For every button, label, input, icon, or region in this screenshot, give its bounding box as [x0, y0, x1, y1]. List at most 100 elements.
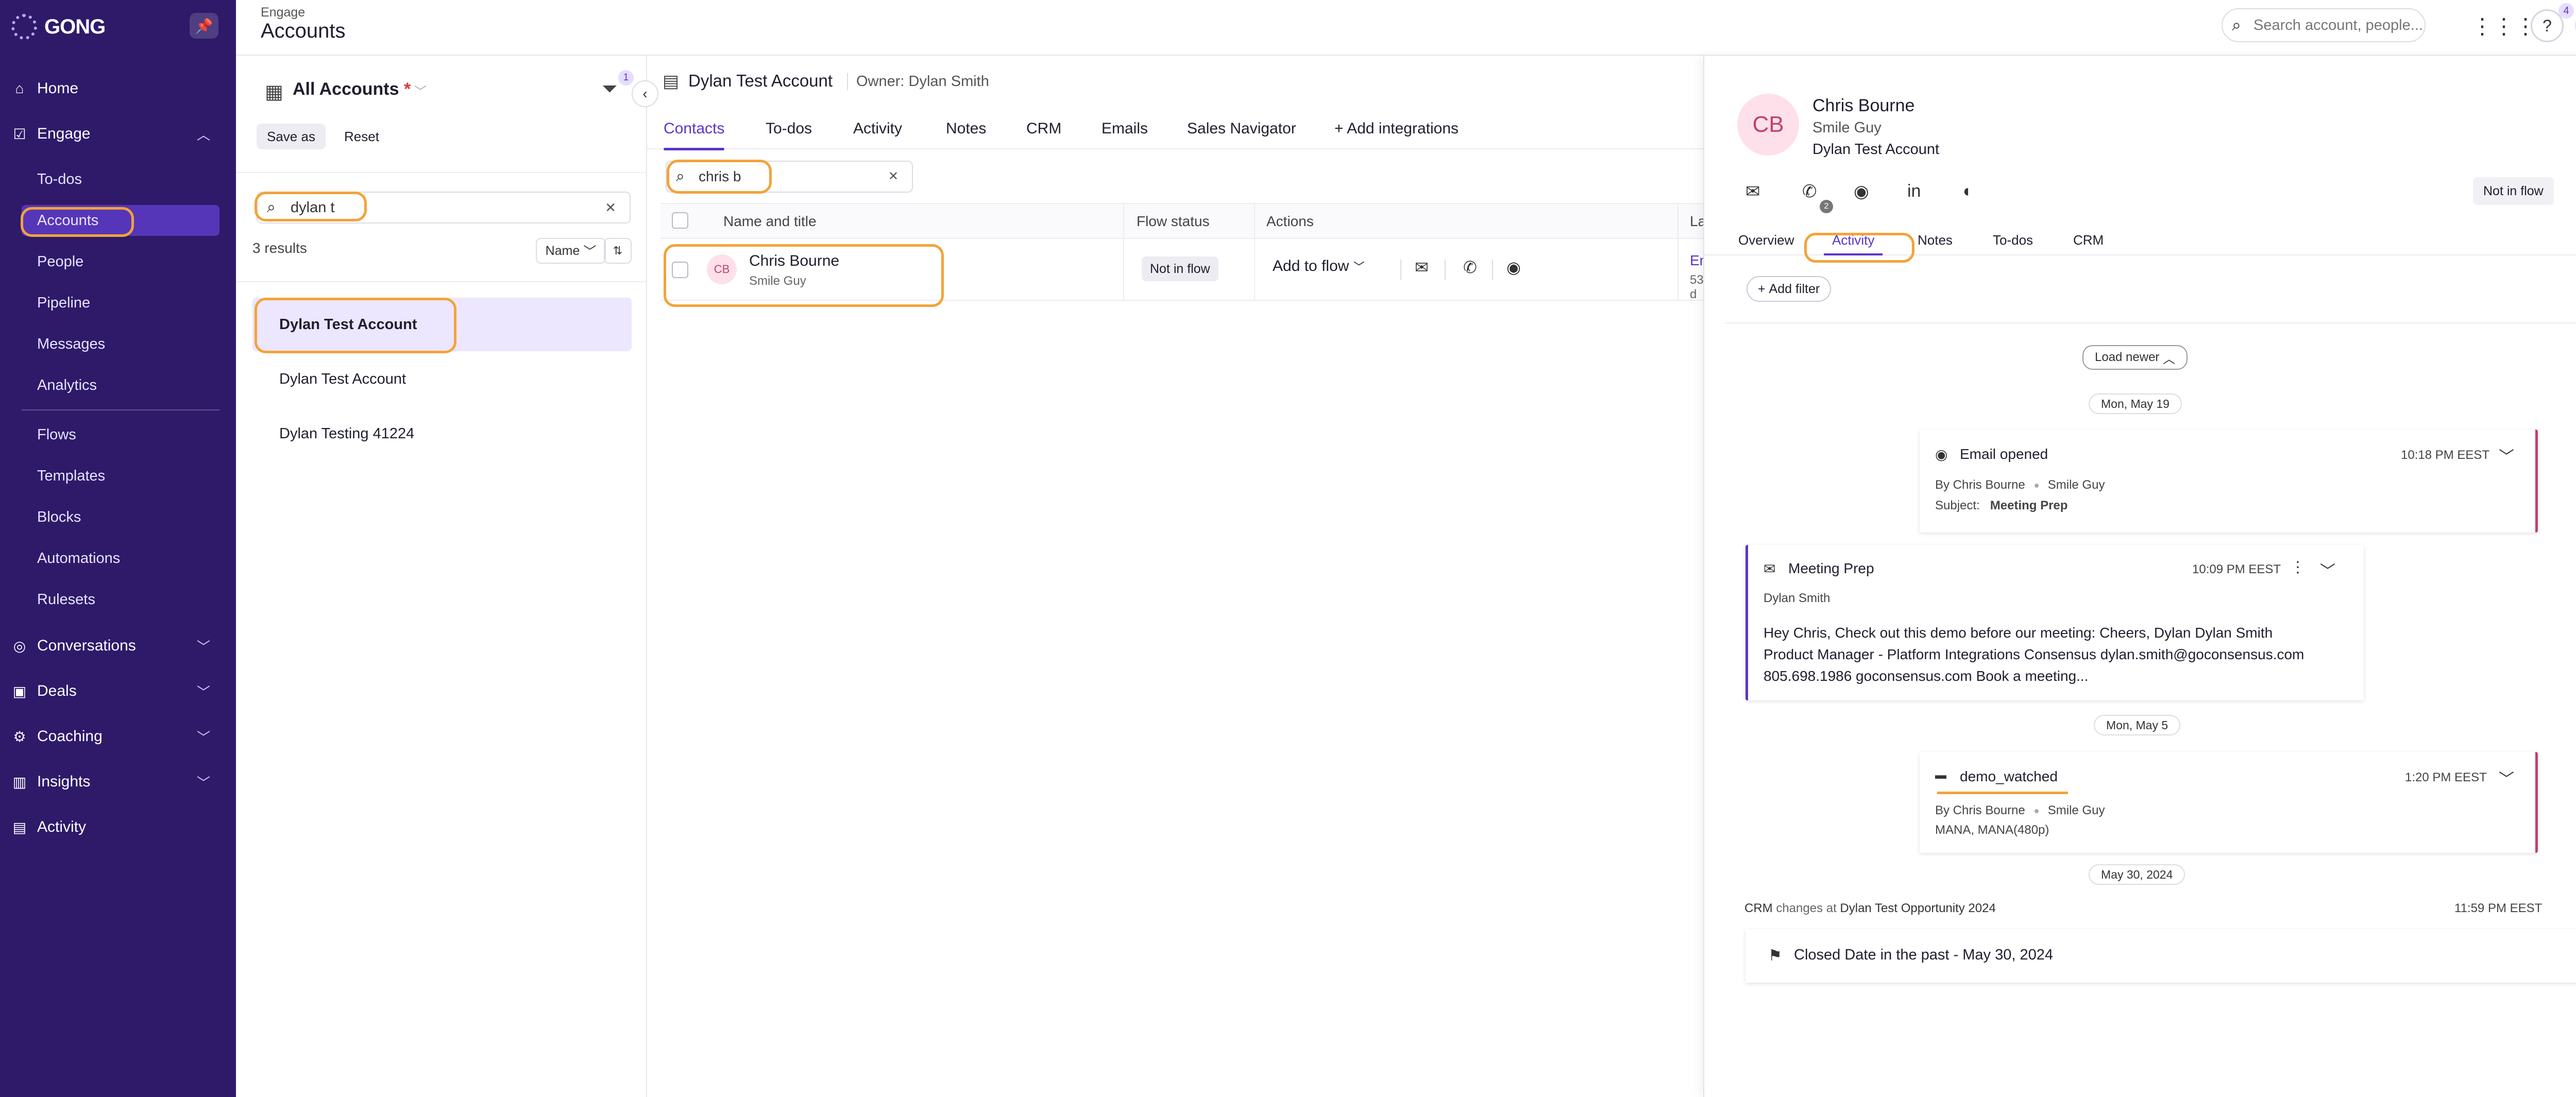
- nav-deals[interactable]: ▣ Deals ﹀: [0, 676, 236, 707]
- divider: [1492, 260, 1493, 280]
- column-header-flow-status[interactable]: Flow status: [1137, 213, 1210, 230]
- chevron-down-icon[interactable]: ﹀: [2320, 558, 2335, 581]
- account-search-input[interactable]: ⌕ dylan t ✕: [257, 192, 631, 224]
- nav-people[interactable]: People: [0, 246, 236, 277]
- nav-coaching[interactable]: ⚙ Coaching ﹀: [0, 721, 236, 752]
- tab-notes[interactable]: Notes: [946, 108, 986, 149]
- tag-icon[interactable]: ◖: [1961, 181, 1972, 201]
- deals-icon: ▣: [12, 683, 27, 699]
- nav-blocks[interactable]: Blocks: [0, 502, 236, 533]
- load-newer-button[interactable]: Load newer ︿: [2082, 345, 2188, 370]
- tab-emails[interactable]: Emails: [1101, 108, 1148, 149]
- select-all-checkbox[interactable]: [672, 212, 688, 229]
- save-as-button[interactable]: Save as: [257, 124, 326, 149]
- activity-email-sent-card[interactable]: ✉ Meeting Prep 10:09 PM EEST ⋮ ﹀ Dylan S…: [1745, 545, 2364, 700]
- nav-home[interactable]: ⌂ Home: [0, 73, 236, 104]
- nav-todos[interactable]: To-dos: [0, 164, 236, 195]
- nav-pipeline[interactable]: Pipeline: [0, 287, 236, 318]
- tab-crm[interactable]: CRM: [1026, 108, 1061, 149]
- add-to-flow-button[interactable]: Add to flow ﹀: [1273, 258, 1365, 275]
- phone-icon[interactable]: ✆: [1463, 258, 1477, 277]
- view-selector[interactable]: All Accounts *: [293, 79, 411, 99]
- tab-activity[interactable]: Activity: [1823, 225, 1883, 255]
- apps-grid-icon[interactable]: ⋮⋮⋮: [2471, 11, 2536, 40]
- divider: [1725, 322, 2576, 323]
- chevron-down-icon[interactable]: ﹀: [414, 81, 427, 99]
- view-title: All Accounts: [293, 79, 399, 99]
- more-options-icon[interactable]: ⋮: [2290, 558, 2306, 576]
- account-row[interactable]: Dylan Test Account: [252, 298, 632, 351]
- building-icon: ▤: [663, 72, 680, 91]
- crm-target[interactable]: Dylan Test Opportunity 2024: [1840, 901, 1995, 915]
- tab-add-integrations[interactable]: + Add integrations: [1334, 108, 1459, 149]
- flow-status-badge[interactable]: Not in flow: [2473, 177, 2554, 205]
- account-row[interactable]: Dylan Test Account: [252, 352, 632, 406]
- divider: [1445, 260, 1446, 280]
- activity-demo-watched-card[interactable]: ▬ demo_watched 1:20 PM EEST ﹀ By Chris B…: [1920, 752, 2538, 853]
- sort-dropdown[interactable]: Name ﹀: [536, 238, 606, 264]
- column-header-actions[interactable]: Actions: [1266, 213, 1314, 230]
- filter-icon[interactable]: ⏷: [602, 78, 617, 100]
- collapse-panel-button[interactable]: ‹: [632, 80, 658, 107]
- tab-overview[interactable]: Overview: [1738, 225, 1794, 255]
- column-header-name[interactable]: Name and title: [723, 213, 817, 230]
- activity-title: Email opened: [1960, 446, 2048, 462]
- table-icon: ▦: [265, 81, 283, 103]
- sort-direction-icon[interactable]: ⇅: [604, 238, 632, 264]
- tab-todos[interactable]: To-dos: [1993, 225, 2033, 255]
- account-name[interactable]: Dylan Test Account: [688, 71, 833, 91]
- chevron-down-icon[interactable]: ﹀: [2499, 766, 2514, 789]
- top-header: Engage Accounts ⌕ Search account, people…: [236, 0, 2576, 56]
- nav-analytics[interactable]: Analytics: [0, 370, 236, 401]
- clear-icon[interactable]: ✕: [888, 169, 899, 184]
- crm-change-card[interactable]: ⚑ Closed Date in the past - May 30, 2024: [1745, 929, 2576, 983]
- tab-notes[interactable]: Notes: [1918, 225, 1953, 255]
- breadcrumb[interactable]: Engage: [261, 5, 305, 20]
- row-checkbox[interactable]: [672, 262, 688, 278]
- chevron-down-icon: ﹀: [196, 775, 210, 791]
- reset-button[interactable]: Reset: [334, 124, 389, 149]
- tab-activity[interactable]: Activity: [853, 108, 902, 149]
- flow-status-badge: Not in flow: [1142, 256, 1218, 281]
- contact-side-panel: CB Chris Bourne Smile Guy Dylan Test Acc…: [1703, 56, 2576, 1097]
- compass-icon[interactable]: ◉: [1506, 258, 1521, 277]
- contact-account[interactable]: Dylan Test Account: [1812, 141, 1939, 158]
- nav-accounts[interactable]: Accounts: [0, 205, 236, 236]
- contact-search-input[interactable]: ⌕ chris b ✕: [666, 161, 913, 193]
- email-icon[interactable]: ✉: [1415, 258, 1429, 277]
- crm-change-text: Closed Date in the past - May 30, 2024: [1794, 947, 2053, 963]
- contact-name[interactable]: Chris Bourne: [749, 252, 839, 270]
- nav-templates[interactable]: Templates: [0, 460, 236, 491]
- gong-logo[interactable]: GONG: [11, 11, 106, 42]
- chevron-up-icon: ︿: [2163, 352, 2176, 366]
- table-row[interactable]: CB Chris Bourne Smile Guy Not in flow Ad…: [660, 239, 1716, 301]
- nav-flows[interactable]: Flows: [0, 419, 236, 450]
- add-filter-button[interactable]: + Add filter: [1747, 276, 1832, 302]
- chevron-down-icon[interactable]: ﹀: [2499, 444, 2514, 467]
- phone-icon[interactable]: ✆: [1802, 181, 1817, 202]
- nav-engage[interactable]: ☑ Engage ︿: [0, 118, 236, 149]
- tab-sales-navigator[interactable]: Sales Navigator: [1187, 108, 1296, 149]
- pin-icon[interactable]: 📌: [190, 13, 218, 39]
- nav-messages[interactable]: Messages: [0, 329, 236, 359]
- nav-insights[interactable]: ▥ Insights ﹀: [0, 766, 236, 797]
- global-search-input[interactable]: ⌕ Search account, people...: [2222, 8, 2426, 42]
- crm-prefix: CRM: [1744, 901, 1773, 915]
- email-icon[interactable]: ✉: [1745, 181, 1760, 202]
- nav-activity[interactable]: ▤ Activity: [0, 812, 236, 843]
- search-icon: ⌕: [676, 168, 685, 185]
- nav-automations[interactable]: Automations: [0, 543, 236, 574]
- account-row[interactable]: Dylan Testing 41224: [252, 407, 632, 460]
- clear-icon[interactable]: ✕: [605, 200, 616, 216]
- linkedin-icon[interactable]: in: [1907, 181, 1921, 201]
- tab-todos[interactable]: To-dos: [766, 108, 812, 149]
- compass-icon[interactable]: ◉: [1854, 181, 1869, 202]
- crm-change-line: CRM changes at Dylan Test Opportunity 20…: [1744, 901, 1996, 916]
- tab-crm[interactable]: CRM: [2073, 225, 2104, 255]
- nav-rulesets[interactable]: Rulesets: [0, 584, 236, 615]
- nav-conversations[interactable]: ◎ Conversations ﹀: [0, 630, 236, 661]
- tab-contacts[interactable]: Contacts: [664, 108, 725, 150]
- help-icon[interactable]: ?: [2531, 9, 2564, 42]
- flag-icon: ⚑: [1768, 947, 1782, 964]
- activity-email-opened-card[interactable]: ◉ Email opened 10:18 PM EEST ﹀ By Chris …: [1920, 430, 2538, 533]
